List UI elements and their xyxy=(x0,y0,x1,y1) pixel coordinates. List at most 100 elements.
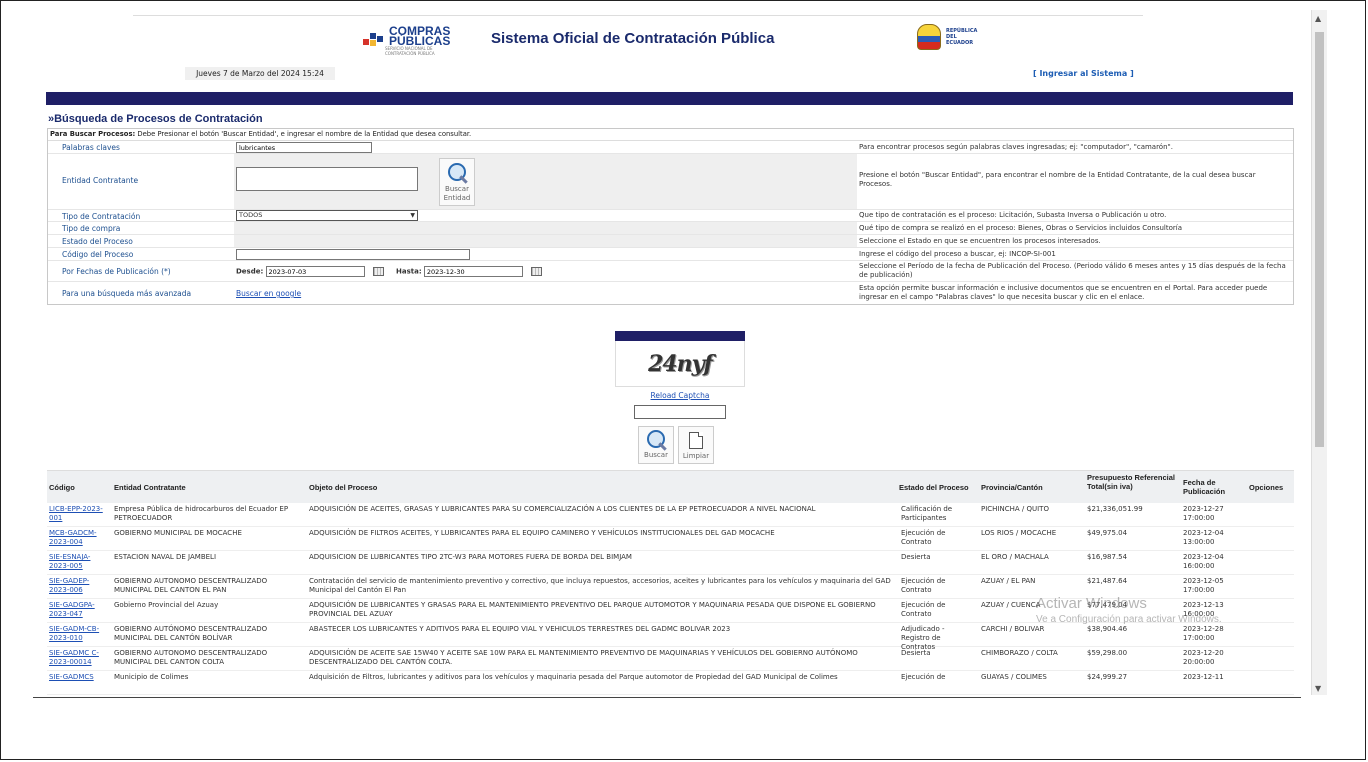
keywords-input[interactable] xyxy=(236,142,372,153)
reload-captcha-link[interactable]: Reload Captcha xyxy=(615,391,745,400)
code-label: Código del Proceso xyxy=(62,250,134,259)
table-row: SIE-GADM-CB-2023-010 GOBIERNO AUTÓNOMO DE… xyxy=(47,623,1294,651)
captcha-header-bar xyxy=(615,331,745,341)
page-viewport: COMPRAS PÚBLICAS SERVICIO NACIONAL DE CO… xyxy=(33,10,1301,698)
header-divider-bar xyxy=(46,92,1293,105)
row-state: Ejecución de Contrato xyxy=(901,577,946,594)
state-row-background xyxy=(234,235,857,247)
header-budget: Presupuesto Referencial Total(sin iva) xyxy=(1087,473,1175,491)
header-province: Provincia/Cantón xyxy=(981,483,1043,492)
scroll-down-arrow-icon[interactable]: ▼ xyxy=(1315,684,1321,693)
row-state: Ejecución de xyxy=(901,673,946,681)
header-options: Opciones xyxy=(1249,483,1284,492)
blank-document-icon xyxy=(689,432,703,449)
captcha-input[interactable] xyxy=(634,405,726,419)
type-select[interactable]: TODOS xyxy=(236,210,418,221)
row-entity: Empresa Pública de hidrocarburos del Ecu… xyxy=(114,505,289,522)
google-search-link[interactable]: Buscar en google xyxy=(236,289,301,298)
scrollbar-thumb[interactable] xyxy=(1315,32,1324,447)
search-entity-button[interactable]: Buscar Entidad xyxy=(439,158,475,206)
results-table: Código Entidad Contratante Objeto del Pr… xyxy=(47,470,1294,695)
row-province: PICHINCHA / QUITO xyxy=(981,505,1049,513)
search-entity-label: Buscar Entidad xyxy=(443,185,471,202)
row-code-link[interactable]: SIE-GADMC C-2023-00014 xyxy=(49,649,107,667)
row-code-link[interactable]: SIE-GADM-CB-2023-010 xyxy=(49,625,107,643)
compras-publicas-logo: COMPRAS PÚBLICAS SERVICIO NACIONAL DE CO… xyxy=(363,24,455,56)
header-code: Código xyxy=(49,483,75,492)
current-datetime: Jueves 7 de Marzo del 2024 15:24 xyxy=(185,67,335,80)
row-code: Código del Proceso Ingrese el código del… xyxy=(48,248,1293,261)
search-form: Para Buscar Procesos: Debe Presionar el … xyxy=(47,128,1294,305)
row-entity: GOBIERNO AUTONOMO DESCENTRALIZADO MUNICI… xyxy=(114,649,268,666)
row-entity: Gobierno Provincial del Azuay xyxy=(114,601,219,609)
state-hint: Seleccione el Estado en que se encuentre… xyxy=(859,237,1101,245)
scroll-up-arrow-icon[interactable]: ▲ xyxy=(1315,14,1321,23)
row-code-link[interactable]: MCB-GADCM-2023-004 xyxy=(49,529,107,547)
row-code-link[interactable]: SIE-ESNAJA-2023-005 xyxy=(49,553,107,571)
row-purchase: Tipo de compra Qué tipo de compra se rea… xyxy=(48,222,1293,235)
row-entity: ESTACION NAVAL DE JAMBELI xyxy=(114,553,217,561)
row-object: ADQUISICIÓN DE ACEITE SAE 15W40 Y ACEITE… xyxy=(309,649,858,666)
row-object: ADQUISICIÓN DE LUBRICANTES Y GRASAS PARA… xyxy=(309,601,876,618)
clear-button-label: Limpiar xyxy=(682,452,710,460)
row-object: ABASTECER LOS LUBRICANTES Y ADITIVOS PAR… xyxy=(309,625,731,633)
search-button[interactable]: Buscar xyxy=(638,426,674,464)
search-magnifier-icon xyxy=(647,430,665,448)
row-province: GUAYAS / COLIMES xyxy=(981,673,1047,681)
captcha-image: 24nyf xyxy=(615,341,745,387)
header-state: Estado del Proceso xyxy=(899,483,969,492)
republica-ecuador-logo: REPÚBLICA DEL ECUADOR xyxy=(917,24,982,50)
row-budget: $21,487.64 xyxy=(1087,577,1128,585)
row-code-link[interactable]: SIE-GADEP-2023-006 xyxy=(49,577,107,595)
row-date: 2023-12-20 20:00:00 xyxy=(1183,649,1224,666)
row-date: 2023-12-28 17:00:00 xyxy=(1183,625,1224,642)
header-entity: Entidad Contratante xyxy=(114,483,186,492)
row-date: 2023-12-27 17:00:00 xyxy=(1183,505,1224,522)
row-entity: Entidad Contratante Buscar Entidad Presi… xyxy=(48,154,1293,210)
calendar-from-icon[interactable] xyxy=(372,267,384,276)
search-button-label: Buscar xyxy=(644,451,668,459)
table-row: SIE-GADMC C-2023-00014 GOBIERNO AUTONOMO … xyxy=(47,647,1294,671)
captcha-text: 24nyf xyxy=(648,350,713,377)
date-to-input[interactable] xyxy=(423,266,523,277)
row-code-link[interactable]: SIE-GADMCS xyxy=(49,673,107,682)
ecuador-seal-icon xyxy=(917,24,941,50)
purchase-hint: Qué tipo de compra se realizó en el proc… xyxy=(859,224,1183,232)
calendar-to-icon[interactable] xyxy=(531,267,543,276)
row-province: CHIMBORAZO / COLTA xyxy=(981,649,1058,657)
entity-textarea[interactable] xyxy=(236,167,418,191)
compras-publicas-icon xyxy=(363,31,385,51)
row-state: Ejecución de Contrato xyxy=(901,601,946,618)
compras-publicas-text: COMPRAS PÚBLICAS xyxy=(389,24,451,48)
vertical-scrollbar[interactable]: ▲ ▼ xyxy=(1311,10,1327,695)
row-budget: $21,336,051.99 xyxy=(1087,505,1143,513)
republica-ecuador-text: REPÚBLICA DEL ECUADOR xyxy=(946,28,978,46)
captcha-section: 24nyf Reload Captcha xyxy=(615,331,745,419)
watermark-line2: Ve a Configuración para activar Windows. xyxy=(1036,614,1222,625)
header-date: Fecha de Publicación xyxy=(1183,478,1226,496)
process-code-input[interactable] xyxy=(236,249,470,260)
keywords-hint: Para encontrar procesos según palabras c… xyxy=(859,143,1173,151)
system-title: Sistema Oficial de Contratación Pública xyxy=(491,30,775,47)
row-object: ADQUISICION DE LUBRICANTES TIPO 2TC-W3 P… xyxy=(309,553,632,561)
row-budget: $49,975.04 xyxy=(1087,529,1128,537)
row-object: ADQUISICIÓN DE ACEITES, GRASAS Y LUBRICA… xyxy=(309,505,816,513)
dates-label: Por Fechas de Publicación (*) xyxy=(62,267,171,276)
to-label: Hasta: xyxy=(396,267,422,276)
row-object: Adquisición de Filtros, lubricantes y ad… xyxy=(309,673,838,681)
row-entity: GOBIERNO AUTONOMO DESCENTRALIZADO MUNICI… xyxy=(114,577,268,594)
row-code-link[interactable]: LICB-EPP-2023-001 xyxy=(49,505,107,523)
search-instructions: Para Buscar Procesos: Debe Presionar el … xyxy=(48,129,1293,141)
row-code-link[interactable]: SIE-GADGPA-2023-047 xyxy=(49,601,107,619)
row-entity: Municipio de Colimes xyxy=(114,673,189,681)
dates-hint: Seleccione el Período de la fecha de Pub… xyxy=(859,262,1286,279)
clear-button[interactable]: Limpiar xyxy=(678,426,714,464)
type-hint: Que tipo de contratación es el proceso: … xyxy=(859,211,1167,219)
row-province: EL ORO / MACHALA xyxy=(981,553,1049,561)
row-province: CARCHI / BOLIVAR xyxy=(981,625,1045,633)
date-from-input[interactable] xyxy=(265,266,365,277)
login-link[interactable]: [ Ingresar al Sistema ] xyxy=(1033,69,1134,78)
section-title: »Búsqueda de Procesos de Contratación xyxy=(48,113,263,125)
table-row: SIE-GADMCS Municipio de Colimes Adquisició… xyxy=(47,671,1294,695)
search-instructions-text: Debe Presionar el botón 'Buscar Entidad'… xyxy=(135,130,472,138)
